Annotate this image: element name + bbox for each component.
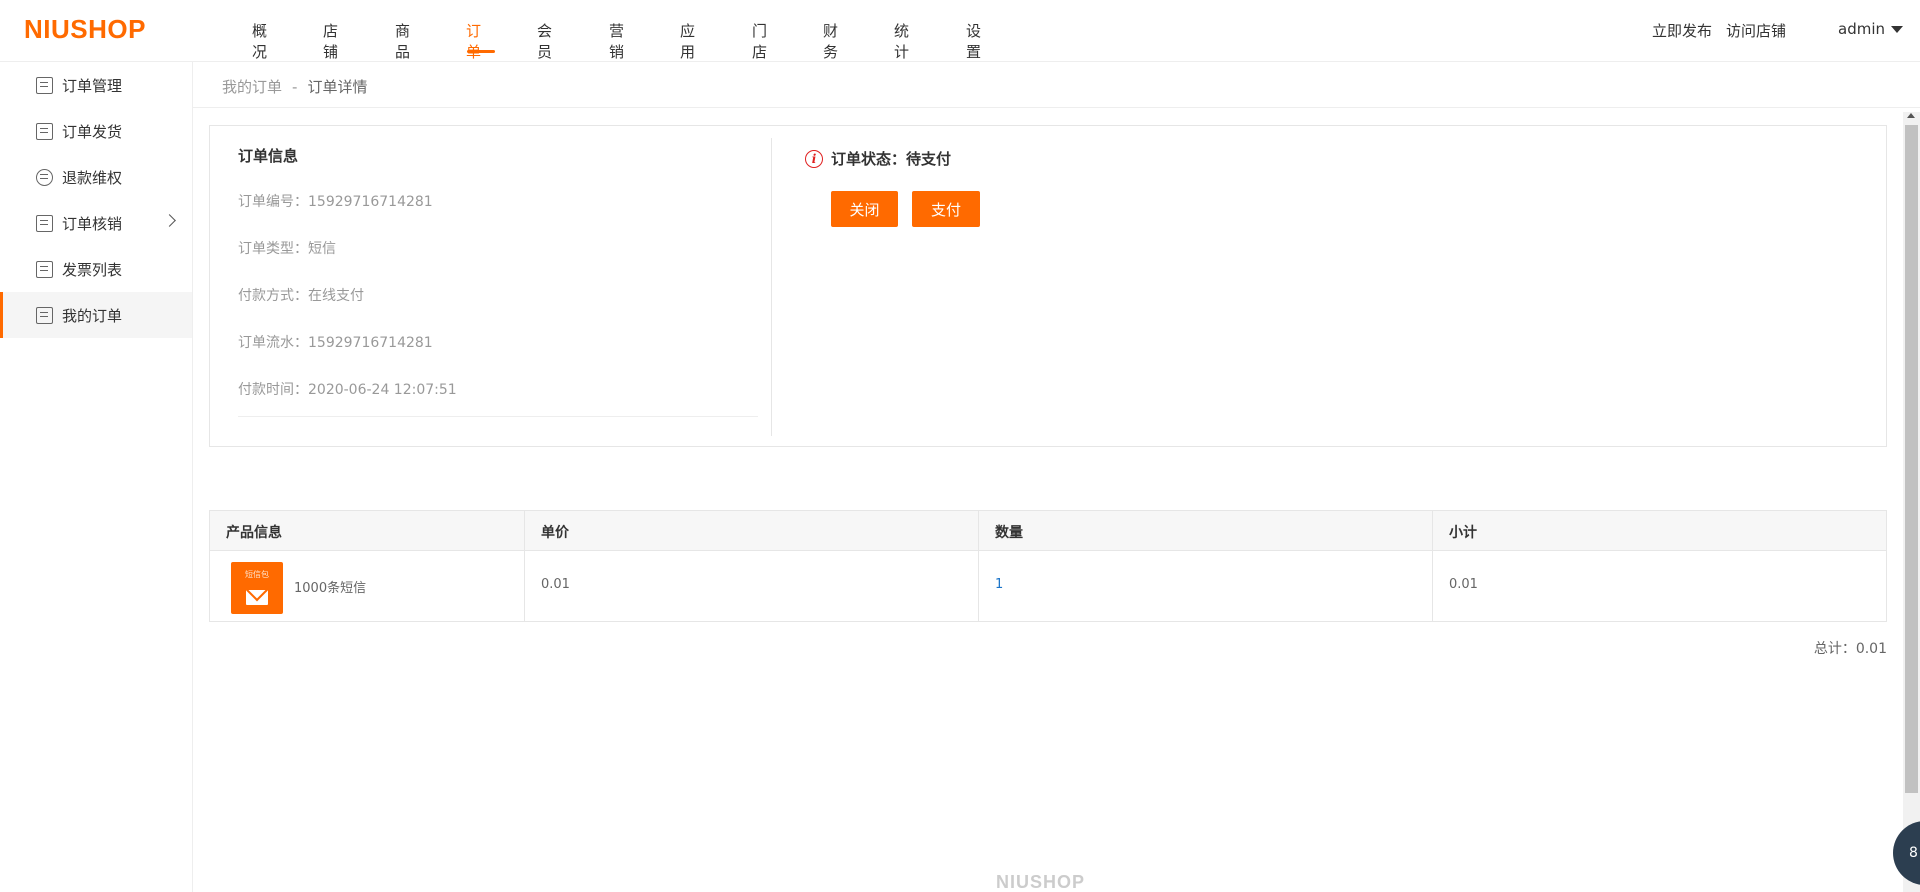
col-header-subtotal: 小计 [1449,525,1477,541]
info-label: 付款方式： [238,288,308,304]
col-divider [978,511,979,621]
order-total: 总计：0.01 [1813,641,1887,657]
table-header [210,511,1886,551]
sidebar-item-label: 订单发货 [62,122,123,141]
info-label: 订单编号： [238,194,308,210]
nav-finance[interactable]: 财务 [823,20,838,62]
refund-icon [36,168,53,186]
visit-shop-link[interactable]: 访问店铺 [1726,20,1786,41]
order-list-icon [36,76,53,94]
info-warning-icon: i [805,149,823,168]
user-menu[interactable]: admin [1838,20,1903,38]
caret-down-icon [1891,26,1903,33]
breadcrumb-parent[interactable]: 我的订单 [222,78,282,96]
info-value: 2020-06-24 12:07:51 [308,382,457,398]
verify-icon [36,214,53,232]
product-name: 1000条短信 [294,581,367,596]
sidebar-item-label: 退款维权 [62,168,123,187]
close-order-button[interactable]: 关闭 [831,191,898,227]
nav-apps[interactable]: 应用 [680,20,695,62]
sidebar-item-verify[interactable]: 订单核销 [0,200,192,246]
nav-members[interactable]: 会员 [537,20,552,62]
info-label: 订单类型： [238,241,308,257]
breadcrumb-divider [193,107,1920,108]
order-status-label: 订单状态：待支付 [831,150,952,168]
col-header-qty: 数量 [995,525,1023,541]
chevron-right-icon [163,214,176,227]
sidebar-item-order-manage[interactable]: 订单管理 [0,62,192,108]
info-value: 15929716714281 [308,194,433,210]
nav-stats[interactable]: 统计 [894,20,909,62]
nav-goods[interactable]: 商品 [395,20,410,62]
scroll-up-arrow-icon[interactable] [1907,113,1915,118]
col-header-price: 单价 [541,525,569,541]
col-divider [524,511,525,621]
sidebar-item-label: 订单核销 [62,214,123,233]
info-row-pay-time: 付款时间：2020-06-24 12:07:51 [238,379,457,399]
invoice-icon [36,260,53,278]
envelope-icon [246,590,268,605]
product-qty: 1 [995,577,1004,592]
scrollbar-thumb[interactable] [1905,125,1918,793]
pay-button[interactable]: 支付 [912,191,980,227]
info-label: 付款时间： [238,382,308,398]
info-value: 在线支付 [308,288,364,304]
thumb-label: 短信包 [245,570,269,579]
nav-orders[interactable]: 订单 [466,20,481,62]
nav-marketing[interactable]: 营销 [609,20,624,62]
active-nav-indicator [467,50,495,53]
product-price: 0.01 [541,577,570,592]
info-row-order-no: 订单编号：15929716714281 [238,191,433,211]
info-bottom-divider [238,416,758,417]
nav-shop[interactable]: 店铺 [323,20,338,62]
publish-link[interactable]: 立即发布 [1652,20,1712,41]
order-info-panel: 订单信息 订单编号：15929716714281 订单类型：短信 付款方式：在线… [209,125,1887,447]
floating-help-button[interactable]: 8 [1893,821,1920,885]
info-label: 订单流水： [238,335,308,351]
info-value: 15929716714281 [308,335,433,351]
sidebar-item-invoice[interactable]: 发票列表 [0,246,192,292]
info-row-pay-method: 付款方式：在线支付 [238,285,364,305]
order-info-title: 订单信息 [238,147,299,165]
product-table: 产品信息 单价 数量 小计 短信包 1000条短信 0.01 1 0.01 [209,510,1887,622]
breadcrumb-current: 订单详情 [307,78,368,96]
info-vertical-divider [771,138,772,436]
brand-logo[interactable]: NIUSHOP [24,14,146,45]
sidebar-item-label: 发票列表 [62,260,123,279]
sidebar-item-label: 我的订单 [62,306,123,325]
user-name: admin [1838,20,1885,38]
info-value: 短信 [308,241,336,257]
top-header: NIUSHOP 概况 店铺 商品 订单 会员 营销 应用 门店 财务 统计 设置… [0,0,1920,62]
col-divider [1432,511,1433,621]
product-subtotal: 0.01 [1449,577,1478,592]
order-status: i 订单状态：待支付 [805,148,951,169]
nav-stores[interactable]: 门店 [752,20,767,62]
info-row-serial: 订单流水：15929716714281 [238,332,433,352]
sidebar: 订单管理 订单发货 退款维权 订单核销 发票列表 我的订单 [0,62,193,892]
footer-logo: NIUSHOP [996,872,1086,892]
nav-overview[interactable]: 概况 [252,20,267,62]
breadcrumb: 我的订单 - 订单详情 [222,76,367,97]
sidebar-item-my-orders[interactable]: 我的订单 [0,292,192,338]
product-thumbnail: 短信包 [231,562,283,614]
sidebar-item-refund[interactable]: 退款维权 [0,154,192,200]
sidebar-item-delivery[interactable]: 订单发货 [0,108,192,154]
breadcrumb-separator: - [292,78,298,96]
sidebar-item-label: 订单管理 [62,76,123,95]
info-row-order-type: 订单类型：短信 [238,238,336,258]
my-order-icon [36,306,53,324]
delivery-icon [36,122,53,140]
col-header-product: 产品信息 [226,525,282,541]
nav-settings[interactable]: 设置 [966,20,981,62]
